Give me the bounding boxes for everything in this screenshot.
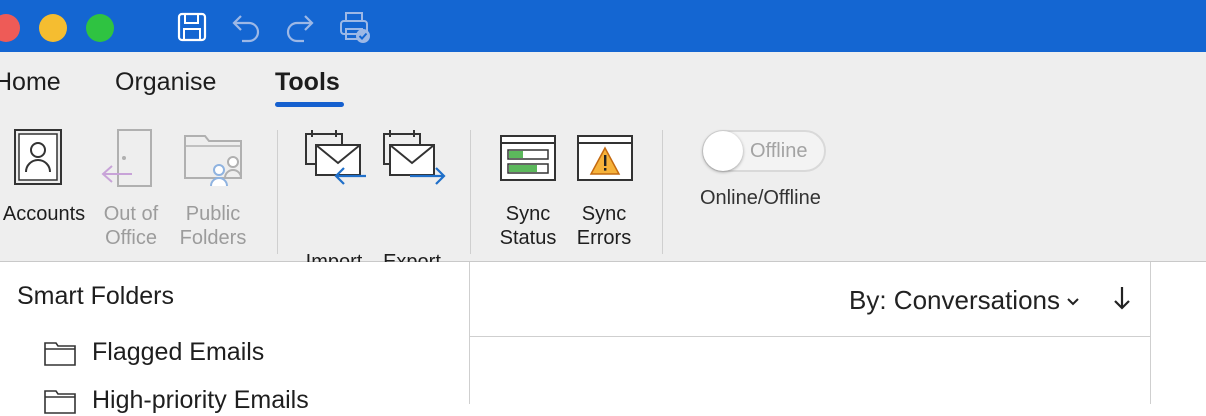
- sync-status-button[interactable]: Sync Status: [494, 126, 562, 256]
- ribbon-separator: [470, 130, 471, 254]
- folder-label: High-priority Emails: [92, 386, 309, 414]
- sync-status-icon: [500, 135, 556, 181]
- public-folders-button[interactable]: Public Folders: [174, 126, 252, 256]
- export-button[interactable]: Export: [374, 126, 450, 273]
- minimize-window-button[interactable]: [39, 14, 67, 42]
- title-bar: [0, 0, 1206, 52]
- tab-tools[interactable]: Tools: [275, 68, 340, 97]
- sync-errors-icon: [577, 135, 633, 181]
- accounts-button[interactable]: Accounts: [0, 126, 88, 256]
- online-offline-label: Online/Offline: [700, 187, 821, 209]
- folder-icon: [44, 390, 76, 414]
- undo-icon[interactable]: [230, 10, 264, 44]
- sort-direction-arrow-icon[interactable]: [1112, 284, 1132, 312]
- chevron-down-icon: [1067, 298, 1079, 306]
- export-icon: [383, 130, 446, 185]
- door-exit-icon: [101, 129, 152, 187]
- message-list-header: By: Conversations: [470, 262, 1150, 337]
- toggle-knob: [703, 131, 743, 171]
- offline-toggle[interactable]: Offline: [702, 130, 826, 172]
- close-window-button[interactable]: [0, 14, 20, 42]
- out-of-office-label: Out of Office: [103, 203, 159, 249]
- import-button[interactable]: Import: [296, 126, 372, 273]
- accounts-icon: [14, 129, 62, 185]
- tab-organise[interactable]: Organise: [115, 68, 216, 97]
- sort-label: By: Conversations: [849, 285, 1060, 315]
- zoom-window-button[interactable]: [86, 14, 114, 42]
- ribbon-separator: [662, 130, 663, 254]
- ribbon: Home Organise Tools Accounts Out of Offi…: [0, 52, 1206, 273]
- save-icon[interactable]: [175, 10, 209, 44]
- folder-pane: Smart Folders Flagged Emails High-priori…: [0, 262, 470, 414]
- offline-toggle-label: Offline: [750, 140, 808, 162]
- sync-errors-label: Sync Errors: [576, 203, 632, 249]
- public-folders-icon: [184, 135, 242, 187]
- sort-dropdown[interactable]: By: Conversations: [849, 285, 1080, 316]
- ribbon-separator: [277, 130, 278, 254]
- sync-errors-button[interactable]: Sync Errors: [570, 126, 638, 256]
- redo-icon[interactable]: [282, 10, 316, 44]
- smart-folders-heading[interactable]: Smart Folders: [17, 282, 174, 311]
- folder-label: Flagged Emails: [92, 338, 265, 366]
- import-icon: [305, 130, 366, 185]
- public-folders-label: Public Folders: [179, 203, 247, 249]
- accounts-label: Accounts: [2, 203, 86, 225]
- active-tab-indicator: [275, 102, 344, 107]
- tab-home[interactable]: Home: [0, 68, 61, 97]
- print-icon[interactable]: [338, 10, 372, 44]
- folder-icon: [44, 342, 76, 366]
- pane-divider: [1150, 262, 1151, 404]
- sync-status-label: Sync Status: [499, 203, 557, 249]
- out-of-office-button[interactable]: Out of Office: [96, 126, 166, 256]
